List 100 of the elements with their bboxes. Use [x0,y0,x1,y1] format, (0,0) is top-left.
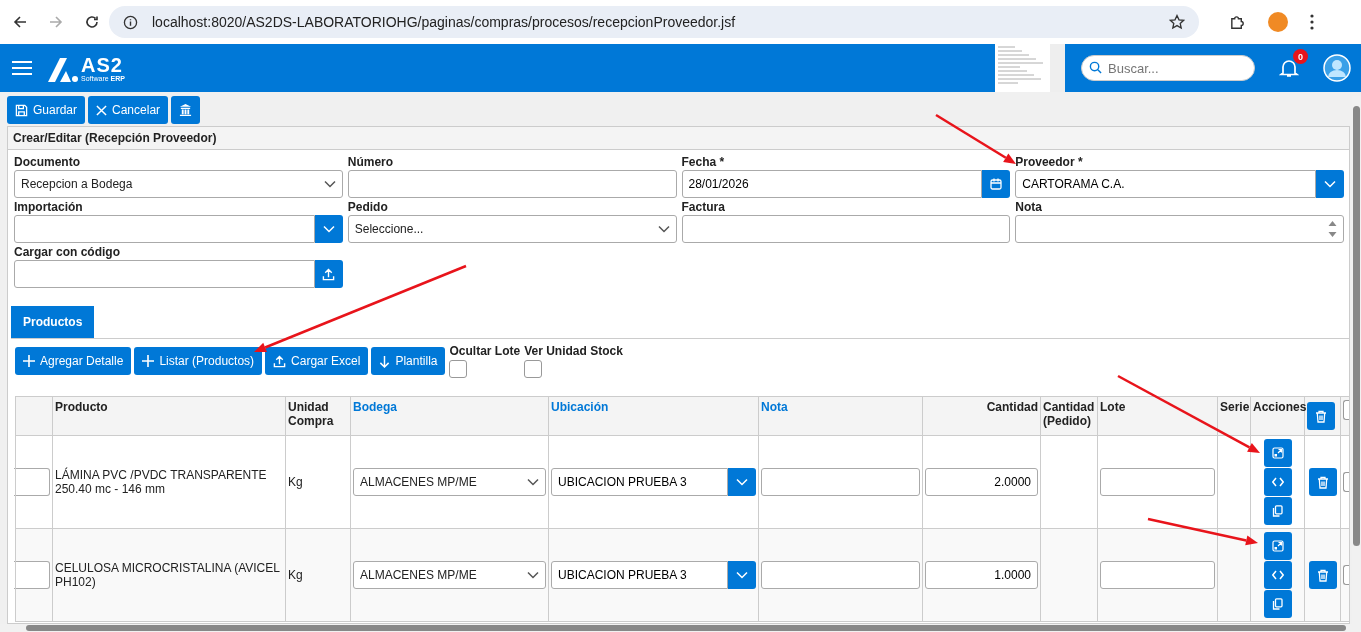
down-arrow-icon [379,354,391,368]
expand-button[interactable] [1263,532,1292,560]
text-field[interactable] [761,561,920,589]
toolbar-button[interactable]: Guardar [7,96,86,124]
text-field[interactable] [681,215,1011,243]
search-field[interactable]: Buscar... [1081,55,1255,81]
back-arrow-icon[interactable] [13,15,27,29]
column-header: Lote [1100,400,1126,414]
text-field[interactable] [14,468,50,496]
text-field[interactable] [761,468,920,496]
logo-text: AS2 [81,54,124,75]
checkbox-label: Ver Unidad Stock [524,343,623,359]
trash-icon [1316,568,1329,582]
spinner-arrows-icon[interactable] [1328,218,1337,240]
bell-icon[interactable] [1279,58,1299,78]
chevron-down-icon [736,478,748,486]
field-label: Fecha * [681,154,726,170]
spinner-field[interactable] [1015,215,1344,243]
forward-arrow-icon[interactable] [49,15,63,29]
dropdown[interactable]: ALMACENES MP/ME [353,561,546,589]
action-button[interactable]: Agregar Detalle [15,347,132,375]
bank-button[interactable] [171,96,201,124]
code-field[interactable] [14,260,315,288]
delete-button[interactable] [1308,561,1337,589]
dropdown-button[interactable] [728,468,756,496]
dropdown[interactable]: ALMACENES MP/ME [353,468,546,496]
checkbox[interactable] [449,360,468,378]
save-icon [15,103,28,117]
address-bar[interactable]: localhost:8020/AS2DS-LABORATORIOHG/paginas/compras/procesos/recepcionProveedor.jsf [109,6,1199,38]
column-header: Unidad Compra [288,400,334,428]
more-icon[interactable] [1310,14,1314,30]
dropdown-button[interactable] [314,215,343,243]
delete-all-button[interactable] [1307,402,1335,430]
action-button[interactable]: Plantilla [371,347,446,375]
menu-icon[interactable] [12,61,32,75]
tab[interactable]: Productos [11,306,95,338]
chevron-down-icon [736,571,748,579]
trash-icon [1316,475,1329,489]
profile-avatar[interactable] [1268,12,1288,32]
code-icon [1271,477,1284,487]
scrollbar[interactable] [0,624,1361,632]
combobox-field[interactable]: UBICACION PRUEBA 3 [551,561,728,589]
quantity-field[interactable]: 2.0000 [925,468,1038,496]
dropdown-button[interactable] [1316,170,1344,198]
delete-button[interactable] [1308,468,1337,496]
combobox-field[interactable] [14,215,315,243]
info-icon [123,14,138,30]
user-avatar-icon[interactable] [1323,54,1351,82]
column-header[interactable]: Ubicación [551,400,609,414]
checkbox-label: Ocultar Lote [449,343,521,359]
column-header: Producto [55,400,108,414]
search-icon [1089,61,1102,74]
plus-icon [142,355,155,367]
chevron-down-icon [527,478,539,486]
column-header[interactable]: Nota [761,400,788,414]
combobox-field[interactable]: UBICACION PRUEBA 3 [551,468,728,496]
trash-icon [1315,409,1327,423]
calendar-button[interactable] [982,170,1011,198]
copy-icon [1272,598,1283,610]
column-header[interactable]: Bodega [353,400,397,414]
table-cell: Kg [288,475,303,489]
dropdown-button[interactable] [728,561,756,589]
column-header: Acciones [1253,400,1307,414]
field-label: Importación [14,199,84,215]
text-field[interactable] [14,561,50,589]
star-icon[interactable] [1169,14,1185,30]
toolbar-button[interactable]: Cancelar [88,96,169,124]
upload-button[interactable] [314,260,343,288]
code-button[interactable] [1263,468,1292,496]
column-header: Cantidad (Pedido) [1043,400,1095,428]
field-label: Factura [681,199,726,215]
upload-icon [273,354,287,368]
extension-icon[interactable] [1229,13,1246,31]
copy-button[interactable] [1263,497,1292,525]
checkbox[interactable] [524,360,543,378]
combobox-field[interactable]: CARTORAMA C.A. [1015,170,1316,198]
code-icon [1271,570,1284,580]
chevron-down-icon [323,180,336,188]
quantity-field[interactable]: 1.0000 [925,561,1038,589]
dropdown[interactable]: Seleccione... [347,215,677,243]
date-field[interactable]: 28/01/2026 [681,170,983,198]
dropdown[interactable]: Recepcion a Bodega [14,170,343,198]
url-text: localhost:8020/AS2DS-LABORATORIOHG/paginas/compras/procesos/recepcionProveedor.jsf [152,14,736,30]
text-field[interactable] [347,170,677,198]
expand-button[interactable] [1263,439,1292,467]
close-icon [96,104,108,116]
chevron-down-icon [1324,180,1336,188]
action-button[interactable]: Listar (Productos) [134,347,263,375]
expand-icon [1271,447,1284,459]
bank-icon [179,103,193,117]
text-field[interactable] [1100,561,1215,589]
field-label: Cargar con código [14,244,121,260]
reload-icon[interactable] [85,15,99,29]
copy-button[interactable] [1263,590,1292,618]
code-button[interactable] [1263,561,1292,589]
field-label: Proveedor * [1015,154,1084,170]
field-label: Nota [1015,199,1043,215]
text-field[interactable] [1100,468,1215,496]
calendar-icon [990,178,1003,190]
action-button[interactable]: Cargar Excel [265,347,369,375]
